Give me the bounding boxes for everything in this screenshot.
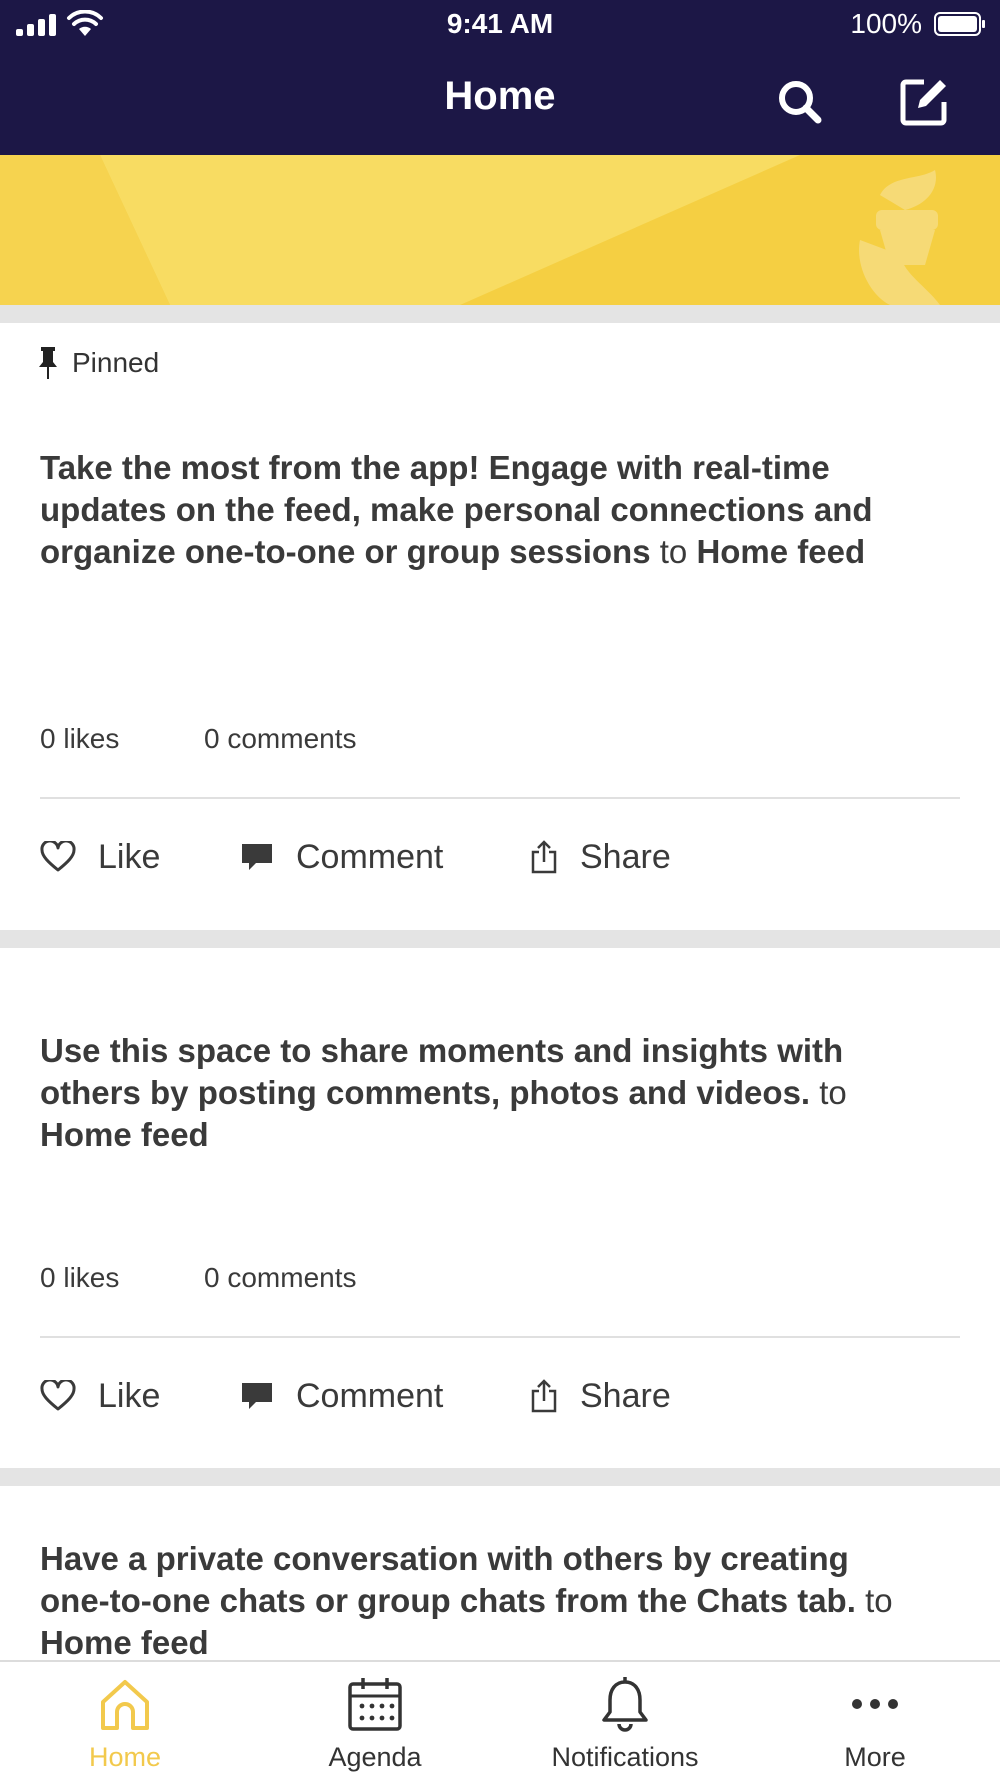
- search-icon: [779, 81, 822, 124]
- search-button[interactable]: [772, 74, 828, 130]
- post-separator: [0, 930, 1000, 948]
- comment-button[interactable]: Comment: [240, 832, 443, 882]
- post-message: Have a private conversation with others …: [40, 1538, 920, 1660]
- share-icon: [531, 1379, 557, 1413]
- post-to: to: [659, 533, 688, 570]
- like-button[interactable]: Like: [40, 1371, 160, 1421]
- comments-count[interactable]: 0 comments: [204, 1262, 357, 1294]
- likes-count[interactable]: 0 likes: [40, 1262, 119, 1293]
- tab-agenda-label: Agenda: [328, 1742, 422, 1772]
- pinned-label: Pinned: [72, 347, 160, 378]
- tab-agenda[interactable]: Agenda: [250, 1676, 500, 1776]
- comment-label: Comment: [296, 1376, 444, 1415]
- post-feed-link[interactable]: Home feed: [40, 1624, 209, 1660]
- comment-icon: [242, 1383, 272, 1409]
- tab-home[interactable]: Home: [0, 1676, 250, 1776]
- tab-bar: Home Agenda Notifications More: [0, 1660, 1000, 1780]
- likes-count[interactable]: 0 likes: [40, 723, 119, 754]
- comment-icon: [242, 844, 272, 870]
- tab-more-label: More: [844, 1742, 906, 1772]
- share-label: Share: [580, 837, 671, 876]
- home-icon: [101, 1680, 149, 1730]
- share-button[interactable]: Share: [530, 832, 671, 882]
- post-stats: 0 likes 0 comments: [40, 1262, 357, 1294]
- tab-home-label: Home: [88, 1742, 162, 1772]
- post-message: Take the most from the app! Engage with …: [40, 447, 920, 573]
- like-label: Like: [98, 1376, 161, 1415]
- post-divider: [40, 797, 960, 799]
- post-body: Have a private conversation with others …: [40, 1540, 856, 1619]
- like-button[interactable]: Like: [40, 832, 160, 882]
- section-divider: [0, 305, 1000, 323]
- comments-count[interactable]: 0 comments: [204, 723, 357, 755]
- post-to: to: [865, 1582, 893, 1619]
- post-separator: [0, 1468, 1000, 1486]
- tab-notifications-label: Notifications: [551, 1742, 699, 1772]
- banner-image: [0, 155, 1000, 305]
- post-body: Use this space to share moments and insi…: [40, 1032, 844, 1111]
- more-icon: [852, 1699, 898, 1709]
- post-divider: [40, 1336, 960, 1338]
- bell-icon: [602, 1677, 648, 1732]
- heart-icon: [40, 841, 76, 872]
- pinned-indicator: Pinned: [38, 345, 159, 381]
- tab-more[interactable]: More: [750, 1676, 1000, 1776]
- calendar-icon: [348, 1678, 402, 1731]
- battery-icon: [934, 12, 985, 36]
- comment-button[interactable]: Comment: [240, 1371, 443, 1421]
- post-feed-link[interactable]: Home feed: [696, 533, 865, 570]
- share-label: Share: [580, 1376, 671, 1415]
- post-stats: 0 likes 0 comments: [40, 723, 357, 755]
- like-label: Like: [98, 837, 161, 876]
- tab-notifications[interactable]: Notifications: [500, 1676, 750, 1776]
- post-to: to: [819, 1074, 847, 1111]
- share-button[interactable]: Share: [530, 1371, 671, 1421]
- compose-icon: [900, 79, 947, 126]
- post-feed-link[interactable]: Home feed: [40, 1116, 209, 1153]
- feed-post[interactable]: Pinned Take the most from the app! Engag…: [0, 323, 1000, 930]
- banner-graphic: [0, 155, 1000, 305]
- feed-post[interactable]: Use this space to share moments and insi…: [0, 948, 1000, 1468]
- page-title: Home: [444, 74, 556, 118]
- feed-post[interactable]: Have a private conversation with others …: [0, 1486, 1000, 1660]
- compose-button[interactable]: [896, 74, 952, 130]
- top-bar: 9:41 AM 100% Home: [0, 0, 1000, 155]
- pin-icon: [39, 347, 57, 379]
- share-icon: [531, 840, 557, 874]
- comment-label: Comment: [296, 837, 444, 876]
- battery-percent: 100%: [850, 8, 922, 39]
- post-message: Use this space to share moments and insi…: [40, 1030, 920, 1156]
- heart-icon: [40, 1380, 76, 1411]
- status-bar: 9:41 AM 100%: [0, 0, 1000, 50]
